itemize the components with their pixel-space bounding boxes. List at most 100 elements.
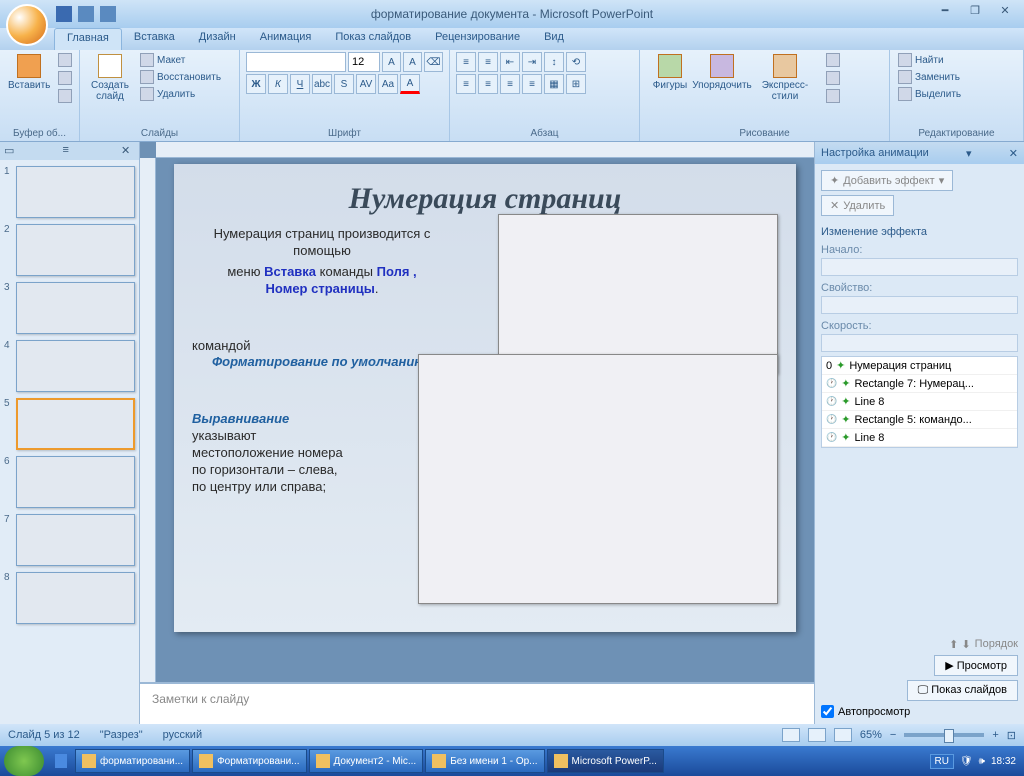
delete-slide-button[interactable]: Удалить [138,86,223,102]
copy-icon[interactable] [56,70,74,86]
slide-thumbnail[interactable]: 6 [4,456,135,508]
slide-thumbnail[interactable]: 4 [4,340,135,392]
animation-item[interactable]: 🕐✦Line 8 [822,429,1017,447]
tab-insert[interactable]: Вставка [122,28,187,50]
animation-item[interactable]: 🕐✦Rectangle 7: Нумерац... [822,375,1017,393]
sorter-view-icon[interactable] [808,728,826,742]
start-button[interactable] [4,746,44,776]
clear-format-icon[interactable]: ⌫ [424,52,443,72]
clock[interactable]: 18:32 [991,756,1016,767]
dropdown-icon[interactable]: ▾ [966,147,972,160]
slide-thumbnail[interactable]: 8 [4,572,135,624]
slide-thumbnail[interactable]: 3 [4,282,135,334]
shape-fill-icon[interactable] [824,52,842,68]
notes-pane[interactable]: Заметки к слайду [140,682,814,724]
tab-review[interactable]: Рецензирование [423,28,532,50]
animation-item[interactable]: 🕐✦Line 8 [822,393,1017,411]
normal-view-icon[interactable] [782,728,800,742]
find-button[interactable]: Найти [896,52,1017,68]
close-panel-icon[interactable]: ✕ [121,144,135,158]
quick-launch-ie[interactable] [49,749,73,773]
line-spacing-icon[interactable]: ↕ [544,52,564,72]
underline-icon[interactable]: Ч [290,74,310,94]
font-family-select[interactable] [246,52,346,72]
reset-button[interactable]: Восстановить [138,69,223,85]
align-center-icon[interactable]: ≡ [478,74,498,94]
slide-title[interactable]: Нумерация страниц [192,182,778,216]
bullets-icon[interactable]: ≡ [456,52,476,72]
vertical-ruler[interactable] [140,158,156,682]
italic-icon[interactable]: К [268,74,288,94]
smartart-icon[interactable]: ⊞ [566,74,586,94]
tab-view[interactable]: Вид [532,28,576,50]
zoom-in-icon[interactable]: + [992,729,998,741]
align-left-icon[interactable]: ≡ [456,74,476,94]
outline-tab-icon[interactable]: ▭ [4,144,18,158]
language-indicator[interactable]: русский [163,729,202,741]
office-button[interactable] [6,4,48,46]
speed-select[interactable] [821,334,1018,352]
new-slide-button[interactable]: Создать слайд [86,52,134,104]
columns-icon[interactable]: ▦ [544,74,564,94]
close-button[interactable]: ✕ [994,4,1016,20]
remove-effect-button[interactable]: ✕ Удалить [821,195,894,216]
tray-icon[interactable]: 🛡 [960,756,973,767]
slideshow-button[interactable]: 🖵 Показ слайдов [907,680,1018,701]
undo-icon[interactable] [78,6,94,22]
shapes-button[interactable]: Фигуры [646,52,694,93]
taskbar-item[interactable]: Без имени 1 - Op... [425,749,544,773]
animation-list[interactable]: 0✦Нумерация страниц🕐✦Rectangle 7: Нумера… [821,356,1018,448]
case-icon[interactable]: Aa [378,74,398,94]
autopreview-checkbox[interactable]: Автопросмотр [821,705,1018,718]
font-size-select[interactable] [348,52,380,72]
animation-item[interactable]: 🕐✦Rectangle 5: командо... [822,411,1017,429]
slide-scroll[interactable]: Нумерация страниц Нумерация страниц прои… [156,158,814,682]
replace-button[interactable]: Заменить [896,69,1017,85]
maximize-button[interactable]: ❐ [964,4,986,20]
property-select[interactable] [821,296,1018,314]
slide-thumbnail[interactable]: 7 [4,514,135,566]
slide-canvas[interactable]: Нумерация страниц Нумерация страниц прои… [174,164,796,632]
slide-thumbnail[interactable]: 5 [4,398,135,450]
slide-thumbnail[interactable]: 1 [4,166,135,218]
tab-show[interactable]: Показ слайдов [323,28,423,50]
cut-icon[interactable] [56,52,74,68]
zoom-out-icon[interactable]: − [890,729,896,741]
zoom-value[interactable]: 65% [860,729,882,741]
spacing-icon[interactable]: AV [356,74,376,94]
start-select[interactable] [821,258,1018,276]
taskbar-item[interactable]: Microsoft PowerP... [547,749,664,773]
add-effect-button[interactable]: ✦ Добавить эффект ▾ [821,170,953,191]
select-button[interactable]: Выделить [896,86,1017,102]
horizontal-ruler[interactable] [156,142,814,158]
strike-icon[interactable]: abc [312,74,332,94]
fit-window-icon[interactable]: ⊡ [1007,729,1016,742]
text-direction-icon[interactable]: ⟲ [566,52,586,72]
shape-effects-icon[interactable] [824,88,842,104]
shadow-icon[interactable]: S [334,74,354,94]
layout-button[interactable]: Макет [138,52,223,68]
close-pane-icon[interactable]: ✕ [1009,147,1018,160]
taskbar-item[interactable]: Документ2 - Mic... [309,749,424,773]
tab-design[interactable]: Дизайн [187,28,248,50]
justify-icon[interactable]: ≡ [522,74,542,94]
indent-inc-icon[interactable]: ⇥ [522,52,542,72]
shrink-font-icon[interactable]: A [403,52,422,72]
indent-dec-icon[interactable]: ⇤ [500,52,520,72]
preview-button[interactable]: ▶ Просмотр [934,655,1018,676]
taskbar-item[interactable]: Форматировани... [192,749,306,773]
quick-styles-button[interactable]: Экспресс-стили [750,52,820,104]
align-right-icon[interactable]: ≡ [500,74,520,94]
minimize-button[interactable]: ━ [934,4,956,20]
bold-icon[interactable]: Ж [246,74,266,94]
font-color-icon[interactable]: A [400,74,420,94]
slide-thumbnail[interactable]: 2 [4,224,135,276]
grow-font-icon[interactable]: A [382,52,401,72]
numbering-icon[interactable]: ≡ [478,52,498,72]
slideshow-view-icon[interactable] [834,728,852,742]
zoom-slider[interactable] [904,733,984,737]
paste-button[interactable]: Вставить [6,52,52,93]
language-bar[interactable]: RU [930,754,954,769]
format-painter-icon[interactable] [56,88,74,104]
arrange-button[interactable]: Упорядочить [698,52,746,93]
